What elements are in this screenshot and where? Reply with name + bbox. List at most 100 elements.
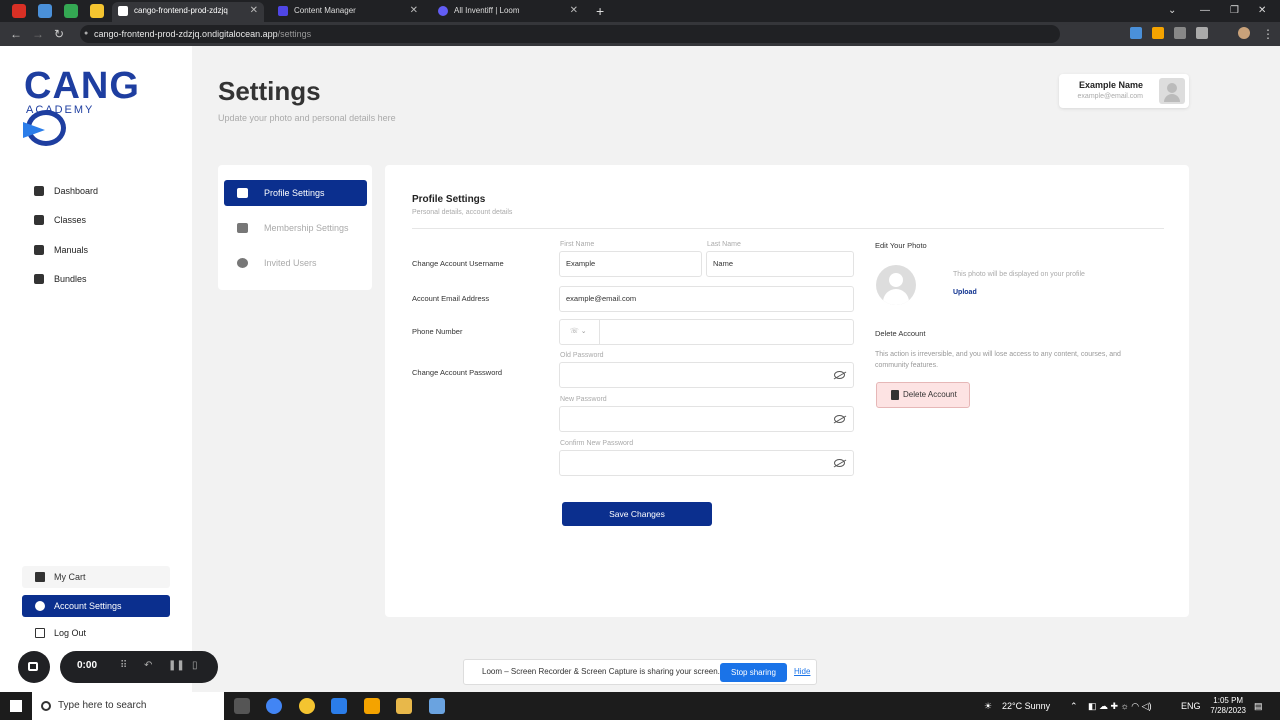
pause-icon[interactable]: ❚❚: [168, 660, 185, 672]
menu-item-label: Membership Settings: [264, 223, 349, 233]
undo-icon[interactable]: ↶: [144, 660, 154, 672]
tab-loom[interactable]: All Inventiff | Loom ✕: [432, 2, 584, 22]
browser-app-icon[interactable]: [12, 4, 26, 18]
tab-search-icon[interactable]: ⌄: [1168, 2, 1176, 20]
forward-icon[interactable]: →: [32, 26, 44, 42]
url-path: /settings: [277, 29, 312, 39]
reload-icon[interactable]: ↻: [54, 26, 64, 42]
menu-profile-settings[interactable]: Profile Settings: [224, 180, 367, 206]
app-icon[interactable]: [429, 698, 445, 714]
task-view-icon[interactable]: [234, 698, 250, 714]
app-icon[interactable]: [331, 698, 347, 714]
url-field[interactable]: ● cango-frontend-prod-zdzjq.ondigitaloce…: [80, 25, 1060, 43]
close-icon[interactable]: ✕: [250, 2, 258, 20]
drag-handle-icon[interactable]: ⠿: [120, 660, 130, 672]
loom-timer: 0:00: [77, 660, 98, 671]
confirm-password-field[interactable]: [559, 450, 854, 476]
calendar-icon[interactable]: [38, 4, 52, 18]
clock-time: 1:05 PM: [1213, 696, 1244, 705]
password-label: Change Account Password: [412, 368, 503, 377]
phone-label: Phone Number: [412, 327, 463, 336]
restore-icon[interactable]: ❐: [1230, 2, 1239, 20]
sublime-icon[interactable]: [364, 698, 380, 714]
page-title: Settings: [218, 76, 321, 106]
page-subtitle: Update your photo and personal details h…: [218, 113, 396, 123]
menu-kebab-icon[interactable]: ⋮: [1262, 26, 1274, 42]
clock-date: 7/28/2023: [1210, 706, 1246, 715]
sidebar-item-label: Bundles: [54, 274, 87, 284]
sidebar-item-dashboard[interactable]: Dashboard: [34, 182, 98, 200]
eye-off-icon[interactable]: [834, 371, 845, 379]
loom-camera-button[interactable]: [18, 651, 50, 683]
sidebar-item-label: Account Settings: [54, 601, 122, 611]
tray-icons[interactable]: ◧ ☁ ✚ ☼ ◠ ◁): [1088, 692, 1152, 720]
taskbar-search[interactable]: Type here to search: [32, 692, 224, 720]
weather-icon[interactable]: ☀: [984, 692, 992, 720]
minimize-icon[interactable]: —: [1200, 2, 1210, 20]
folder-icon[interactable]: [396, 698, 412, 714]
menu-membership-settings[interactable]: Membership Settings: [224, 215, 367, 241]
sidebar-item-account-settings[interactable]: Account Settings: [22, 595, 170, 617]
book-icon: [34, 215, 44, 225]
logo[interactable]: CANG ACADEMY: [23, 66, 174, 146]
close-icon[interactable]: ✕: [570, 2, 578, 20]
manual-icon: [34, 245, 44, 255]
drive-icon[interactable]: [64, 4, 78, 18]
cart-icon: [35, 572, 45, 582]
delete-account-description: This action is irreversible, and you wil…: [875, 351, 1121, 369]
smiley-icon[interactable]: [90, 4, 104, 18]
tab-cango[interactable]: cango-frontend-prod-zdzjq ✕: [112, 2, 264, 22]
user-card[interactable]: Example Name example@email.com: [1059, 74, 1189, 108]
puzzle-icon[interactable]: [1174, 27, 1186, 39]
sidebar-item-bundles[interactable]: Bundles: [34, 270, 87, 288]
sidebar-item-classes[interactable]: Classes: [34, 211, 86, 229]
window-close-icon[interactable]: ✕: [1258, 2, 1266, 20]
back-icon[interactable]: ←: [10, 26, 22, 42]
loom-control-bar: 0:00 ⠿ ↶ ❚❚ ▯: [60, 651, 218, 683]
settings-menu: Profile Settings Membership Settings Inv…: [218, 165, 372, 290]
tab-content-manager[interactable]: Content Manager ✕: [272, 2, 424, 22]
extension-icon[interactable]: [1130, 27, 1142, 39]
country-code-dropdown[interactable]: ☏ ⌄: [560, 320, 600, 344]
upload-link[interactable]: Upload: [953, 289, 977, 296]
sidebar-item-my-cart[interactable]: My Cart: [22, 566, 170, 588]
chrome-icon[interactable]: [266, 698, 282, 714]
search-icon: [41, 701, 51, 711]
browser-tab-bar: cango-frontend-prod-zdzjq ✕ Content Mana…: [0, 0, 1280, 22]
eye-off-icon[interactable]: [834, 415, 845, 423]
avatar: [1159, 78, 1185, 104]
profile-avatar-icon[interactable]: [1238, 27, 1250, 39]
first-name-field[interactable]: Example: [559, 251, 702, 277]
sidepanel-icon[interactable]: [1196, 27, 1208, 39]
close-icon[interactable]: ✕: [410, 2, 418, 20]
photo-hint: This photo will be displayed on your pro…: [953, 271, 1085, 278]
sidebar-item-label: Manuals: [54, 245, 89, 255]
page: CANG ACADEMY Dashboard Classes Manuals B…: [0, 46, 1280, 692]
delete-account-button[interactable]: Delete Account: [876, 382, 970, 408]
clock[interactable]: 1:05 PM 7/28/2023: [1210, 696, 1246, 716]
menu-invited-users[interactable]: Invited Users: [224, 250, 367, 276]
weather-text[interactable]: 22°C Sunny: [1002, 692, 1050, 720]
app-icon[interactable]: [299, 698, 315, 714]
stop-sharing-button[interactable]: Stop sharing: [720, 663, 787, 682]
save-changes-button[interactable]: Save Changes: [562, 502, 712, 526]
pen-extension-icon[interactable]: [1152, 27, 1164, 39]
language-indicator[interactable]: ENG: [1181, 692, 1201, 720]
old-password-field[interactable]: [559, 362, 854, 388]
notifications-icon[interactable]: ▤: [1254, 692, 1263, 720]
new-password-field[interactable]: [559, 406, 854, 432]
edit-photo-title: Edit Your Photo: [875, 241, 927, 250]
edit-icon: [237, 188, 248, 198]
sidebar-item-manuals[interactable]: Manuals: [34, 241, 88, 259]
windows-start-icon[interactable]: [10, 700, 22, 712]
hide-link[interactable]: Hide: [794, 660, 810, 684]
last-name-field[interactable]: Name: [706, 251, 854, 277]
eye-off-icon[interactable]: [834, 459, 845, 467]
new-tab-icon[interactable]: +: [596, 2, 604, 20]
phone-field[interactable]: ☏ ⌄: [559, 319, 854, 345]
trash-icon[interactable]: ▯: [192, 660, 202, 672]
tray-chevron-icon[interactable]: ⌃: [1070, 692, 1078, 720]
sidebar-item-log-out[interactable]: Log Out: [22, 622, 170, 644]
email-field[interactable]: example@email.com: [559, 286, 854, 312]
add-user-icon: [237, 258, 248, 268]
